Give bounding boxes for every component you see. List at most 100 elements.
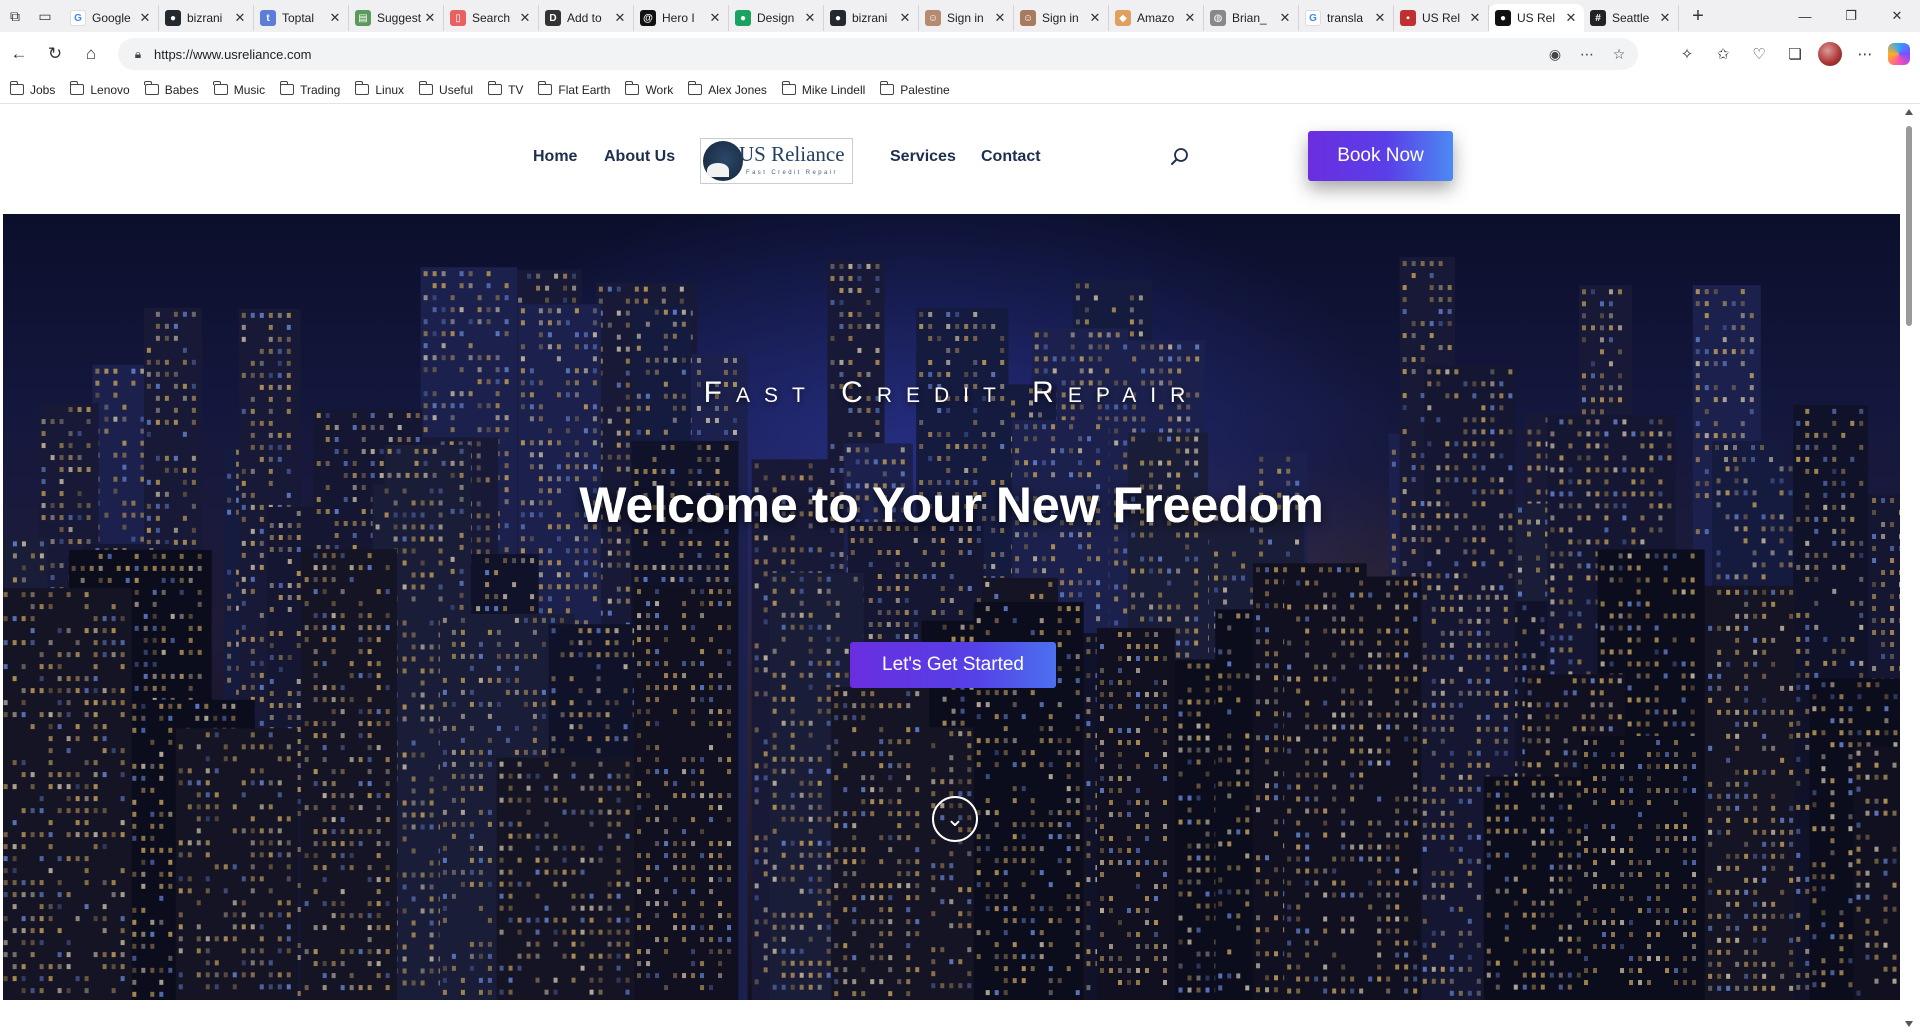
bookmark-folder[interactable]: Flat Earth: [538, 81, 610, 97]
design-icon: ●: [735, 10, 751, 26]
tab-close-icon[interactable]: ✕: [518, 10, 532, 26]
bookmark-folder[interactable]: Babes: [144, 81, 199, 97]
collections-icon[interactable]: ❏: [1782, 45, 1808, 63]
tab-close-icon[interactable]: ✕: [233, 10, 247, 26]
tab-title: Search: [472, 11, 518, 25]
search-icon[interactable]: [1169, 146, 1191, 168]
lock-icon[interactable]: 🔒︎: [124, 47, 152, 62]
nav-about-us[interactable]: About Us: [604, 148, 675, 166]
more-page-info-icon[interactable]: ⋯: [1576, 46, 1598, 63]
folder-icon: [69, 81, 85, 95]
nav-home[interactable]: Home: [533, 148, 577, 166]
scroll-down-icon[interactable]: ⌄: [932, 796, 978, 842]
bookmark-folder[interactable]: TV: [487, 81, 523, 97]
home-button[interactable]: ⌂: [74, 37, 108, 71]
get-started-button[interactable]: Let's Get Started: [850, 642, 1056, 688]
folder-icon: [487, 81, 503, 95]
folder-icon: [213, 81, 228, 95]
browser-tab[interactable]: ☺ Sign in ✕: [1014, 5, 1109, 31]
tab-actions-icon[interactable]: ▭: [30, 0, 60, 32]
tab-close-icon[interactable]: ✕: [803, 10, 817, 26]
tab-close-icon[interactable]: ✕: [993, 10, 1007, 26]
bookmark-folder[interactable]: Alex Jones: [687, 81, 767, 97]
folder-icon: [538, 81, 553, 95]
nav-services[interactable]: Services: [890, 148, 956, 166]
new-tab-button[interactable]: +: [1683, 0, 1713, 32]
github-icon: ●: [165, 10, 181, 26]
browser-tab[interactable]: ☺ Sign in ✕: [919, 5, 1014, 31]
close-window-icon[interactable]: ✕: [1874, 0, 1920, 32]
browser-tab[interactable]: G Google ✕: [64, 5, 159, 31]
browser-tab[interactable]: ▤ Suggest ✕: [349, 5, 444, 31]
scroll-up-arrow-icon[interactable]: [1905, 109, 1913, 115]
site-logo[interactable]: US Reliance Fast Credit Repair: [700, 138, 853, 184]
tab-close-icon[interactable]: ✕: [1088, 10, 1102, 26]
extensions-icon[interactable]: ✧: [1674, 45, 1700, 63]
bookmark-folder[interactable]: Mike Lindell: [781, 81, 865, 97]
tab-title: Design: [757, 11, 803, 25]
tab-close-icon[interactable]: ✕: [1373, 10, 1387, 26]
tab-title: Sign in: [947, 11, 993, 25]
tab-title: transla: [1327, 11, 1373, 25]
tab-close-icon[interactable]: ✕: [1564, 10, 1578, 26]
bookmark-folder[interactable]: Lenovo: [69, 81, 130, 97]
folder-icon: [279, 81, 295, 95]
settings-menu-icon[interactable]: ⋯: [1852, 45, 1878, 63]
browser-tab[interactable]: ▪ US Rel ✕: [1394, 5, 1489, 31]
address-bar[interactable]: 🔒︎ https://www.usreliance.com ◉ ⋯ ☆: [118, 38, 1638, 70]
browser-tab[interactable]: t Toptal ✕: [254, 5, 349, 31]
favorite-star-icon[interactable]: ☆: [1608, 46, 1630, 63]
scrollbar-thumb[interactable]: [1906, 126, 1912, 326]
page-scrollbar[interactable]: [1902, 104, 1916, 1032]
browser-tab[interactable]: @ Hero I ✕: [634, 5, 729, 31]
book-now-button[interactable]: Book Now: [1308, 131, 1453, 181]
browser-tab[interactable]: # Seattle ✕: [1584, 5, 1679, 31]
restore-icon[interactable]: ❐: [1828, 0, 1874, 32]
browser-tab[interactable]: ◍ Brian_ ✕: [1204, 5, 1299, 31]
browser-essentials-icon[interactable]: ♡: [1746, 45, 1772, 63]
folder-icon: [625, 81, 640, 95]
browser-tab[interactable]: Gtransla ✕: [1299, 5, 1394, 31]
favorites-icon[interactable]: ✩: [1710, 45, 1736, 63]
page-viewport: Home About Us US Reliance Fast Credit Re…: [3, 104, 1900, 1032]
tracking-prevention-icon[interactable]: ◉: [1544, 46, 1566, 63]
profile-avatar[interactable]: [1818, 42, 1842, 66]
toptal-icon: t: [260, 10, 276, 26]
tab-close-icon[interactable]: ✕: [423, 10, 437, 26]
bookmark-label: Useful: [439, 83, 473, 97]
tab-close-icon[interactable]: ✕: [708, 10, 722, 26]
bookmark-folder[interactable]: Palestine: [879, 81, 950, 97]
copilot-icon[interactable]: [1888, 43, 1910, 65]
nav-contact[interactable]: Contact: [981, 148, 1041, 166]
browser-tab[interactable]: ● US Rel ✕: [1489, 4, 1584, 32]
tab-close-icon[interactable]: ✕: [1183, 10, 1197, 26]
minimize-icon[interactable]: —: [1782, 0, 1828, 32]
tab-close-icon[interactable]: ✕: [1658, 10, 1672, 26]
browser-tab[interactable]: D Add to ✕: [539, 5, 634, 31]
bookmark-folder[interactable]: Music: [213, 81, 265, 97]
browser-tab[interactable]: ▯ Search ✕: [444, 5, 539, 31]
workspaces-icon[interactable]: ⧉: [0, 0, 30, 32]
reload-button[interactable]: ↻: [38, 37, 72, 71]
browser-tab[interactable]: ● Design ✕: [729, 5, 824, 31]
dev-icon: D: [545, 10, 561, 26]
bookmark-folder[interactable]: Trading: [279, 81, 340, 97]
browser-tab[interactable]: ● bizrani ✕: [159, 5, 254, 31]
back-button[interactable]: ←: [2, 37, 36, 71]
bookmark-folder[interactable]: Jobs: [9, 81, 55, 97]
browser-tab[interactable]: ● bizrani ✕: [824, 5, 919, 31]
bookmark-label: Trading: [300, 83, 340, 97]
browser-tab[interactable]: ◆ Amazo ✕: [1109, 5, 1204, 31]
scroll-down-arrow-icon[interactable]: [1905, 1021, 1913, 1027]
bookmark-label: Mike Lindell: [802, 83, 865, 97]
tab-close-icon[interactable]: ✕: [613, 10, 627, 26]
tab-close-icon[interactable]: ✕: [1468, 10, 1482, 26]
tab-close-icon[interactable]: ✕: [328, 10, 342, 26]
bookmark-folder[interactable]: Useful: [418, 81, 473, 97]
tab-close-icon[interactable]: ✕: [898, 10, 912, 26]
bookmark-folder[interactable]: Linux: [354, 81, 404, 97]
url-text[interactable]: https://www.usreliance.com: [154, 47, 312, 62]
bookmark-folder[interactable]: Work: [625, 81, 673, 97]
tab-close-icon[interactable]: ✕: [1278, 10, 1292, 26]
tab-close-icon[interactable]: ✕: [138, 10, 152, 26]
